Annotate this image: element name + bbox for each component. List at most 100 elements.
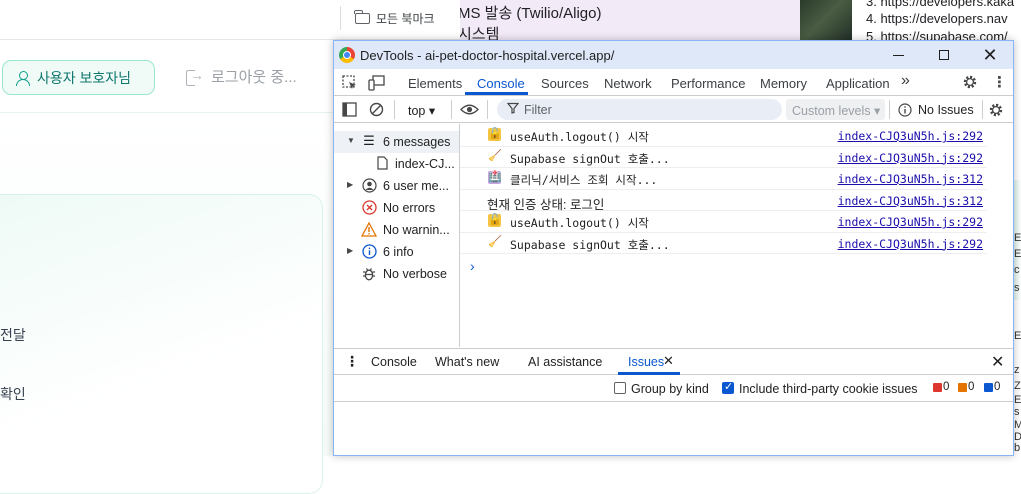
- info-count[interactable]: 0: [984, 381, 1000, 393]
- info-icon: [361, 243, 377, 259]
- context-selector[interactable]: top ▾: [408, 103, 435, 118]
- tab-memory[interactable]: Memory: [760, 76, 807, 91]
- sidebar-item-warnings[interactable]: No warnin...: [334, 219, 459, 241]
- sidebar-item-verbose[interactable]: No verbose: [334, 263, 459, 285]
- filter-input[interactable]: Filter: [497, 99, 782, 120]
- more-tabs-icon[interactable]: »: [901, 72, 910, 90]
- console-message-row[interactable]: 🔓 useAuth.logout() 시작 index-CJQ3uN5h.js:…: [460, 125, 987, 147]
- app-body: 전달 확인: [0, 114, 333, 494]
- background-char: s: [1014, 406, 1020, 418]
- console-source-link[interactable]: index-CJQ3uN5h.js:292: [838, 215, 983, 229]
- unlock-icon: 🔓: [488, 128, 502, 141]
- drawer-menu-icon[interactable]: ⋮: [345, 353, 359, 370]
- devtools-titlebar[interactable]: DevTools - ai-pet-doctor-hospital.vercel…: [334, 41, 1013, 69]
- tab-performance[interactable]: Performance: [671, 76, 745, 91]
- background-right-page: 3. https://developers.kaka 4. https://de…: [800, 0, 1021, 45]
- console-message-row[interactable]: 🔓 useAuth.logout() 시작 index-CJQ3uN5h.js:…: [460, 211, 987, 233]
- background-link[interactable]: 4. https://developers.nav: [866, 11, 1008, 26]
- third-party-cookie-checkbox[interactable]: [722, 380, 734, 394]
- warning-count[interactable]: 0: [958, 381, 974, 393]
- all-bookmarks-button[interactable]: 모든 북마크: [340, 6, 435, 30]
- warning-count-icon: [958, 382, 967, 392]
- close-window-button[interactable]: ✕: [967, 41, 1013, 69]
- close-drawer-icon[interactable]: ✕: [991, 352, 1004, 372]
- toolbar-divider: [982, 100, 983, 119]
- user-icon: [361, 177, 377, 193]
- file-icon: [374, 155, 390, 171]
- user-profile-button[interactable]: 사용자 보호자님: [2, 60, 155, 95]
- drawer-tab-bar: ⋮ Console What's new AI assistance Issue…: [334, 348, 1013, 375]
- live-expression-eye-icon[interactable]: [460, 103, 479, 116]
- console-message-text: Supabase signOut 호출...: [510, 237, 670, 252]
- tab-sources[interactable]: Sources: [541, 76, 589, 91]
- background-text: MS 발송 (Twilio/Aligo): [458, 5, 602, 22]
- tab-application[interactable]: Application: [826, 76, 890, 91]
- filter-placeholder: Filter: [524, 103, 552, 117]
- maximize-button[interactable]: [921, 41, 967, 69]
- tab-console[interactable]: Console: [477, 76, 525, 91]
- drawer-tab-console[interactable]: Console: [371, 355, 417, 369]
- console-toolbar: top ▾ Filter Custom levels ▾ No Issues: [334, 97, 1013, 123]
- console-source-link[interactable]: index-CJQ3uN5h.js:312: [838, 172, 983, 186]
- drawer-tab-whats-new[interactable]: What's new: [435, 355, 499, 369]
- drawer-tab-issues[interactable]: Issues: [628, 355, 664, 369]
- clear-console-icon[interactable]: [369, 102, 384, 117]
- logout-button[interactable]: 로그아웃 중...: [186, 66, 297, 87]
- console-source-link[interactable]: index-CJQ3uN5h.js:292: [838, 151, 983, 165]
- console-message-text: useAuth.logout() 시작: [510, 216, 649, 230]
- issues-count-button[interactable]: No Issues: [918, 103, 974, 117]
- background-char: E: [1014, 232, 1021, 244]
- sidebar-item-info[interactable]: ▶ 6 info: [334, 241, 459, 263]
- sidebar-item-label: 6 info: [383, 245, 414, 259]
- folder-icon: [354, 9, 370, 24]
- background-link[interactable]: 3. https://developers.kaka: [866, 0, 1014, 9]
- sidebar-item-messages[interactable]: ▼ ☰ 6 messages: [334, 131, 459, 153]
- close-issues-tab-icon[interactable]: ✕: [663, 353, 674, 369]
- log-levels-dropdown[interactable]: Custom levels ▾: [786, 99, 885, 120]
- console-source-link[interactable]: index-CJQ3uN5h.js:312: [838, 194, 983, 208]
- error-count[interactable]: 0: [933, 381, 949, 393]
- background-char: c: [1014, 264, 1020, 276]
- card-text: 확인: [0, 386, 26, 402]
- console-message-row[interactable]: 🏥 클리닉/서비스 조회 시작... index-CJQ3uN5h.js:312: [460, 168, 987, 190]
- broom-icon: 🧹: [488, 235, 502, 248]
- console-source-link[interactable]: index-CJQ3uN5h.js:292: [838, 129, 983, 143]
- user-profile-label: 사용자 보호자님: [37, 69, 132, 86]
- tab-elements[interactable]: Elements: [408, 76, 462, 91]
- background-char: M: [1014, 419, 1021, 431]
- console-message-row[interactable]: 🧹 Supabase signOut 호출... index-CJQ3uN5h.…: [460, 233, 987, 254]
- console-prompt-icon[interactable]: ›: [470, 258, 475, 274]
- sidebar-item-label: No errors: [383, 201, 436, 215]
- console-message-text: Supabase signOut 호출...: [510, 151, 670, 166]
- console-sidebar: ▼ ☰ 6 messages index-CJ... ▶ 6 user me..…: [334, 124, 460, 347]
- error-icon: [361, 199, 377, 215]
- tab-network[interactable]: Network: [604, 76, 652, 91]
- console-message-row[interactable]: 현재 인증 상태: 로그인 index-CJQ3uN5h.js:312: [460, 190, 987, 212]
- more-options-icon[interactable]: ⋮: [992, 73, 1007, 91]
- sidebar-item-errors[interactable]: No errors: [334, 197, 459, 219]
- minimize-button[interactable]: [875, 41, 921, 69]
- toolbar-divider: [487, 100, 488, 119]
- sidebar-item-label: No warnin...: [383, 223, 450, 237]
- background-char: Z: [1014, 380, 1021, 392]
- drawer-tab-ai-assistance[interactable]: AI assistance: [528, 355, 602, 369]
- sidebar-item-source-file[interactable]: index-CJ...: [334, 153, 459, 175]
- info-count-icon: [984, 382, 993, 392]
- console-message-text: 클리닉/서비스 조회 시작...: [510, 173, 658, 187]
- console-message-row[interactable]: 🧹 Supabase signOut 호출... index-CJQ3uN5h.…: [460, 147, 987, 168]
- inspect-element-icon[interactable]: [342, 75, 358, 91]
- sidebar-toggle-icon[interactable]: [342, 102, 357, 117]
- devtools-tab-bar: Elements Console Sources Network Perform…: [334, 69, 1013, 96]
- bug-icon: [361, 265, 377, 281]
- device-toolbar-icon[interactable]: [368, 75, 386, 91]
- settings-gear-icon[interactable]: [962, 74, 978, 90]
- third-party-cookie-label: Include third-party cookie issues: [739, 382, 918, 396]
- bookmark-bar: 모든 북마크: [0, 0, 460, 40]
- sidebar-item-user-messages[interactable]: ▶ 6 user me...: [334, 175, 459, 197]
- error-count-value: 0: [943, 381, 950, 393]
- group-by-kind-checkbox[interactable]: [614, 382, 626, 394]
- toolbar-divider: [451, 100, 452, 119]
- minimize-icon: [892, 54, 904, 56]
- console-settings-gear-icon[interactable]: [988, 102, 1004, 118]
- console-source-link[interactable]: index-CJQ3uN5h.js:292: [838, 237, 983, 251]
